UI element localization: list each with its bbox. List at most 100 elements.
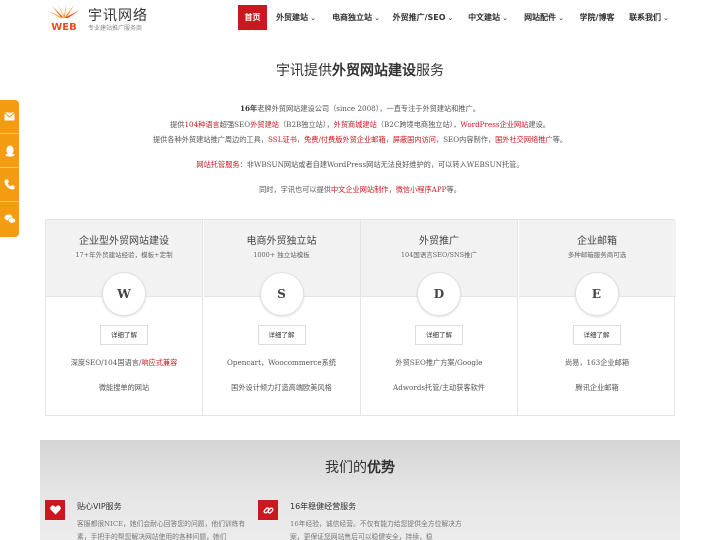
text-segment: 提供各种外贸建站推广周边的工具， — [152, 135, 268, 144]
nav-item-label: 中文建站 — [468, 13, 501, 22]
card-title: 企业邮箱 — [577, 236, 617, 247]
learn-more-button[interactable]: 详细了解 — [415, 325, 463, 345]
site-header: WEB 宇讯网络 专业建站推广服务商 首页 外贸建站 ⌄ 电商独立站 ⌄ 外贸推广/SEO… — [0, 0, 720, 36]
text-segment: 同时，宇讯也可以提供 — [259, 185, 331, 194]
advantages-section: 我们的优势 贴心VIP服务 客服都很NICE，她们会耐心回答您的问题，他们训练有… — [40, 440, 680, 540]
text-segment: ：非WBSUN网站或者自建WordPress网站无法良好维护的，可以转入WEBS… — [239, 160, 524, 169]
heart-icon — [49, 505, 61, 515]
highlight-link[interactable]: 免费/付费版外贸企业邮箱 — [304, 135, 386, 144]
chevron-down-icon: ⌄ — [663, 14, 669, 22]
learn-more-button[interactable]: 详细了解 — [257, 325, 306, 345]
card-title: 电商外贸独立站 — [246, 236, 317, 247]
card-letter-icon: D — [417, 272, 461, 316]
intro-title: 宇讯提供外贸网站建设服务 — [276, 63, 444, 79]
learn-more-button[interactable]: 详细了解 — [100, 325, 148, 345]
text-segment: 超强SEO — [219, 120, 251, 129]
nav-item-0[interactable]: 首页 — [238, 5, 267, 30]
nav-item-1[interactable]: 外贸建站 ⌄ — [272, 5, 320, 30]
nav-item-2[interactable]: 电商独立站 ⌄ — [328, 5, 384, 30]
highlight-link[interactable]: 屏蔽国内访问 — [393, 135, 436, 144]
text-segment: （B2C跨境电商独立站）， — [376, 120, 461, 129]
text-segment: ， — [388, 185, 396, 194]
service-card: 外贸推广 104国语言SEO/SNS推广 D 详细了解外贸SEO推广方案/Google… — [361, 220, 518, 415]
card-feature-line: 尚易，163企业邮箱 — [519, 358, 676, 368]
card-feature-line: Adwords托管/主动获客软件 — [361, 383, 517, 393]
nav-item-label: 首页 — [244, 13, 261, 22]
text-segment: ， — [385, 135, 393, 144]
logo-text: WEB — [51, 22, 76, 32]
text-segment: 建设。 — [528, 120, 550, 129]
intro-line-3: 提供各种外贸建站推广周边的工具，SSL证书，免费/付费版外贸企业邮箱，屏蔽国内访… — [0, 135, 720, 145]
brand-slogan: 专业建站推广服务商 — [88, 25, 143, 32]
chat-button[interactable] — [0, 202, 19, 236]
site-logo[interactable]: WEB 宇讯网络 专业建站推广服务商 — [44, 4, 164, 32]
advantage-icon-box — [258, 500, 278, 520]
highlight-link[interactable]: WordPress企业网站 — [460, 120, 528, 129]
advantage-text: 16年经验，诚信经营。不仅有能力给您提供全方位解决方案，更保证您网站售后可以稳健… — [290, 520, 462, 540]
card-feature-line: Opencart，Woocommerce系统 — [204, 358, 360, 368]
nav-item-6[interactable]: 学院/博客 — [576, 5, 618, 30]
qq-icon — [5, 145, 14, 157]
highlight-link[interactable]: 中文企业网站制作 — [331, 185, 389, 194]
text-segment: 16年 — [240, 104, 258, 113]
chevron-down-icon: ⌄ — [374, 14, 380, 22]
text-segment: Opencart，Woocommerce系统 — [226, 358, 337, 367]
text-segment: 老牌外贸网站建设公司（since 2008），一直专注于外贸建站和推广。 — [257, 104, 480, 113]
card-feature-line: 国外设计倾力打造高端欧美风格 — [204, 383, 360, 393]
intro-line-4: 网站托管服务：非WBSUN网站或者自建WordPress网站无法良好维护的，可以… — [0, 160, 720, 170]
advantage-icon-box — [45, 500, 65, 520]
text-segment: Adwords托管/主动获客软件 — [393, 383, 485, 392]
highlight-link[interactable]: 104种语言 — [184, 120, 219, 129]
intro-line-1: 16年老牌外贸网站建设公司（since 2008），一直专注于外贸建站和推广。 — [0, 104, 720, 114]
advantage-title: 贴心VIP服务 — [77, 502, 122, 511]
nav-item-7[interactable]: 联系我们 ⌄ — [626, 5, 672, 30]
text-segment: 尚易，163企业邮箱 — [564, 358, 630, 367]
logo-flame-icon: WEB — [48, 4, 80, 32]
highlight-link[interactable]: 响应式兼容 — [141, 358, 177, 367]
card-letter-icon: W — [102, 272, 146, 316]
text-segment: 微能搜单的网站 — [98, 383, 150, 392]
card-feature-line: 外贸SEO推广方案/Google — [361, 358, 517, 368]
service-card: 企业型外贸网站建设 17+年外贸建站经验，模板+定制 W 详细了解深度SEO/104国… — [46, 220, 203, 415]
card-letter-icon: E — [574, 272, 619, 316]
link-icon — [263, 506, 273, 514]
learn-more-button[interactable]: 详细了解 — [572, 325, 621, 345]
service-cards: 企业型外贸网站建设 17+年外贸建站经验，模板+定制 W 详细了解深度SEO/104国… — [45, 219, 676, 416]
nav-item-4[interactable]: 中文建站 ⌄ — [464, 5, 512, 30]
advantage-text: 客服都很NICE，她们会耐心回答您的问题，他们训练有素，手把手的帮您解决网站使用… — [77, 520, 246, 540]
text-segment: 深度SEO/104国语言/ — [70, 358, 142, 367]
card-title: 企业型外贸网站建设 — [79, 236, 169, 247]
advantages-title: 我们的优势 — [325, 460, 395, 476]
chevron-down-icon: ⌄ — [502, 14, 508, 22]
service-card: 电商外贸独立站 1000+ 独立站模板 S 详细了解 Opencart，Woocomme… — [203, 220, 361, 415]
service-card: 企业邮箱多种邮箱服务商可选 E 详细了解尚易，163企业邮箱 腾讯企业邮箱 — [518, 220, 676, 415]
nav-item-3[interactable]: 外贸推广/SEO ⌄ — [390, 5, 456, 30]
text-segment: 外贸SEO推广方案/Google — [395, 358, 483, 367]
card-subtitle: 17+年外贸建站经验，模板+定制 — [75, 251, 173, 259]
highlight-link[interactable]: SSL证书 — [268, 135, 297, 144]
highlight-link[interactable]: 国外社交网络推广 — [495, 135, 553, 144]
card-feature-line: 腾讯企业邮箱 — [519, 383, 676, 393]
advantage-item-vip: 贴心VIP服务 客服都很NICE，她们会耐心回答您的问题，他们训练有素，手把手的… — [45, 500, 245, 540]
nav-item-5[interactable]: 网站配件 ⌄ — [520, 5, 568, 30]
chevron-down-icon: ⌄ — [310, 14, 316, 22]
card-subtitle: 104国语言SEO/SNS推广 — [400, 251, 478, 259]
text-segment: 提供 — [170, 120, 185, 129]
card-feature-line: 微能搜单的网站 — [46, 383, 202, 393]
advantage-item-experience: 16年稳健经营服务 16年经验，诚信经营。不仅有能力给您提供全方位解决方案，更保… — [258, 500, 462, 540]
nav-item-label: 联系我们 — [629, 13, 662, 22]
card-subtitle: 多种邮箱服务商可选 — [567, 251, 627, 259]
card-subtitle: 1000+ 独立站模板 — [253, 251, 310, 259]
highlight-link[interactable]: 微信小程序APP — [396, 185, 447, 194]
chevron-down-icon: ⌄ — [558, 14, 564, 22]
highlight-link[interactable]: 外贸商城建站 — [334, 120, 377, 129]
highlight-link[interactable]: 网站托管服务 — [196, 160, 239, 169]
chevron-down-icon: ⌄ — [447, 14, 454, 22]
text-segment: 腾讯企业邮箱 — [575, 383, 619, 392]
chat-icon — [4, 214, 16, 224]
text-segment: （B2B独立站）， — [278, 120, 334, 129]
text-segment: 等。 — [552, 135, 568, 144]
highlight-link[interactable]: 外贸建站 — [250, 120, 279, 129]
intro-line-5: 同时，宇讯也可以提供中文企业网站制作，微信小程序APP等。 — [0, 185, 720, 195]
card-title: 外贸推广 — [419, 236, 459, 247]
